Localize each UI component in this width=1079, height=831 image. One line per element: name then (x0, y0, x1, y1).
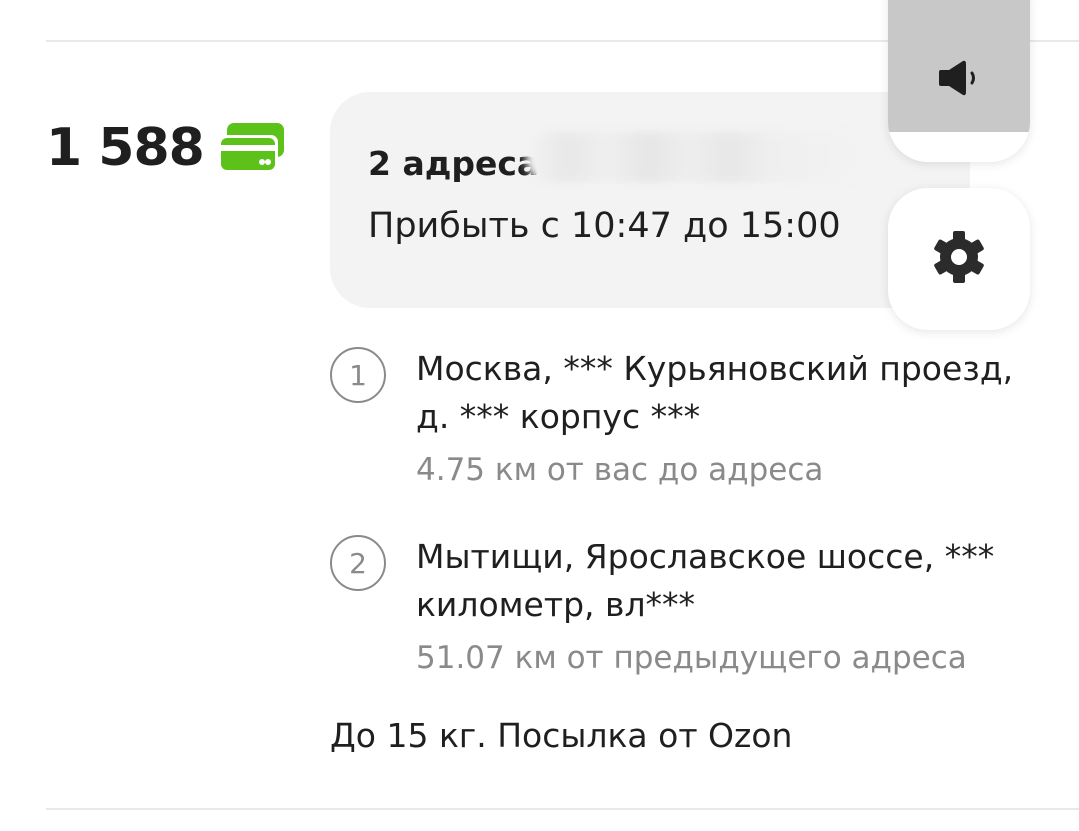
order-price: 1 588 (46, 122, 284, 174)
redacted-area (526, 132, 866, 182)
address-count: 2 адреса (368, 144, 540, 183)
stop-address: Мытищи, Ярославское шоссе, *** километр,… (416, 537, 995, 624)
stop-address: Москва, *** Курьяновский проезд, д. *** … (416, 349, 1014, 436)
price-value: 1 588 (46, 118, 205, 178)
route-summary-card[interactable]: 2 адреса Прибыть с 10:47 до 15:00 (330, 92, 970, 308)
speaker-icon (935, 58, 983, 102)
card-icon (217, 123, 284, 173)
sound-button-face (888, 0, 1030, 132)
gear-icon (929, 227, 989, 291)
stop-number-badge: 1 (330, 347, 386, 403)
stops-list: 1 Москва, *** Курьяновский проезд, д. **… (330, 345, 1050, 681)
stop-distance: 51.07 км от предыдущего адреса (416, 640, 967, 676)
arrival-window: Прибыть с 10:47 до 15:00 (368, 206, 841, 246)
stop-distance: 4.75 км от вас до адреса (416, 452, 824, 488)
sound-button[interactable] (888, 0, 1030, 162)
stop-item[interactable]: 2 Мытищи, Ярославское шоссе, *** километ… (330, 533, 1050, 681)
stop-item[interactable]: 1 Москва, *** Курьяновский проезд, д. **… (330, 345, 1050, 493)
stop-number-badge: 2 (330, 535, 386, 591)
settings-button[interactable] (888, 188, 1030, 330)
bottom-divider (46, 808, 1079, 810)
parcel-note: До 15 кг. Посылка от Ozon (330, 716, 793, 755)
